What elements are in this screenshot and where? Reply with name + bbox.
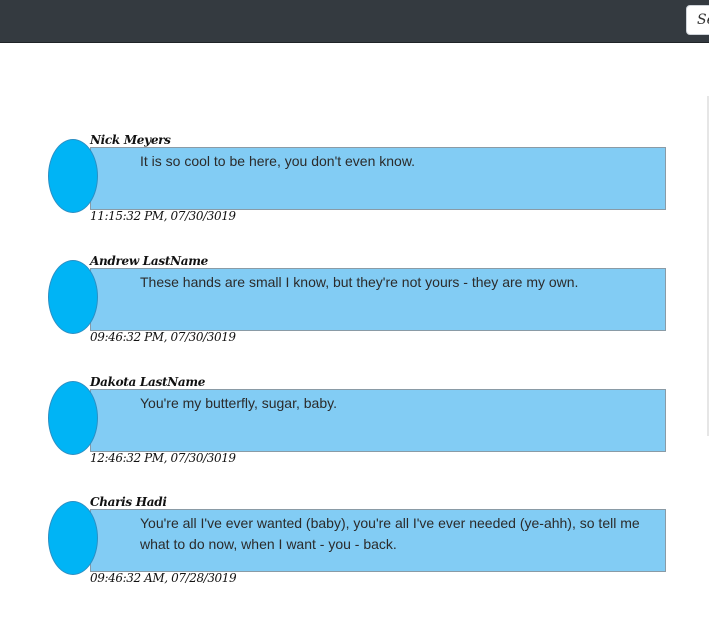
post-card: Andrew LastName These hands are small I … — [0, 254, 709, 375]
author-name[interactable]: Andrew LastName — [90, 254, 208, 268]
message-text: It is so cool to be here, you don't even… — [140, 153, 416, 169]
post-card: Charis Hadi You're all I've ever wanted … — [0, 495, 709, 616]
avatar[interactable] — [48, 260, 98, 334]
post-timestamp: 11:15:32 PM, 07/30/3019 — [90, 209, 236, 223]
author-name[interactable]: Charis Hadi — [90, 495, 167, 509]
message-text: These hands are small I know, but they'r… — [140, 274, 579, 290]
navbar-button[interactable]: Se — [686, 5, 709, 35]
author-name[interactable]: Dakota LastName — [90, 375, 205, 389]
author-name[interactable]: Nick Meyers — [90, 133, 171, 147]
post-timestamp: 12:46:32 PM, 07/30/3019 — [90, 451, 236, 465]
top-navbar: Se — [0, 0, 709, 43]
message-text: You're all I've ever wanted (baby), you'… — [140, 515, 640, 552]
post-card: Nick Meyers It is so cool to be here, yo… — [0, 133, 709, 254]
post-card: Dakota LastName You're my butterfly, sug… — [0, 375, 709, 496]
avatar[interactable] — [48, 501, 98, 575]
post-timestamp: 09:46:32 PM, 07/30/3019 — [90, 330, 236, 344]
avatar[interactable] — [48, 381, 98, 455]
avatar[interactable] — [48, 139, 98, 213]
message-text: You're my butterfly, sugar, baby. — [140, 395, 337, 411]
post-timestamp: 09:46:32 AM, 07/28/3019 — [90, 571, 237, 585]
